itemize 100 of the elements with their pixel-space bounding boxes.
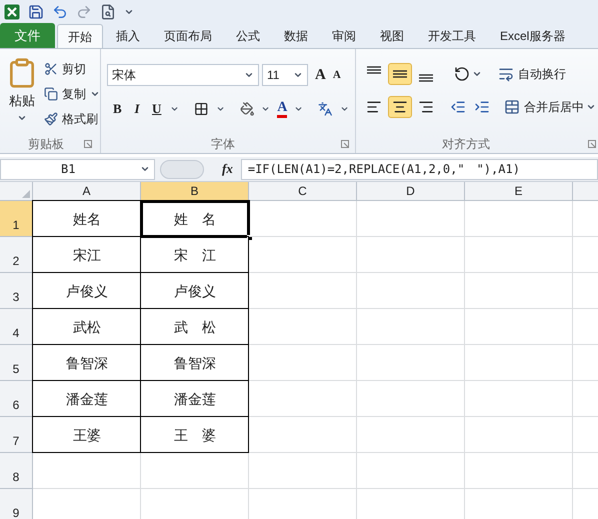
- table-cell[interactable]: 潘金莲: [141, 381, 249, 417]
- table-cell[interactable]: [465, 417, 573, 453]
- toggle-button[interactable]: [388, 96, 412, 118]
- table-cell[interactable]: [465, 273, 573, 309]
- table-cell[interactable]: 卢俊义: [33, 273, 141, 309]
- toggle-button[interactable]: [388, 63, 412, 85]
- caret-icon[interactable]: [586, 102, 596, 112]
- table-cell[interactable]: 鲁智深: [33, 345, 141, 381]
- ribbon-tab[interactable]: 插入: [105, 24, 151, 48]
- save-icon[interactable]: [28, 4, 44, 20]
- ribbon-tab[interactable]: 视图: [369, 24, 415, 48]
- table-cell[interactable]: [249, 453, 357, 489]
- table-cell[interactable]: [357, 381, 465, 417]
- print-preview-icon[interactable]: [100, 4, 116, 20]
- row-header[interactable]: 8: [0, 453, 33, 489]
- table-cell[interactable]: [465, 345, 573, 381]
- table-cell[interactable]: 宋 江: [141, 237, 249, 273]
- spreadsheet-logo-icon[interactable]: [4, 4, 20, 20]
- table-cell[interactable]: [33, 453, 141, 489]
- file-tab[interactable]: 文件: [0, 23, 55, 48]
- table-cell[interactable]: 王 婆: [141, 417, 249, 453]
- table-cell[interactable]: [249, 381, 357, 417]
- column-header[interactable]: D: [357, 182, 465, 200]
- caret-icon[interactable]: [140, 164, 150, 174]
- merge-center-button[interactable]: 合并后居中: [504, 98, 584, 116]
- orientation-icon[interactable]: [454, 66, 470, 82]
- ribbon-tab[interactable]: 审阅: [321, 24, 367, 48]
- table-cell[interactable]: [141, 453, 249, 489]
- caret-icon[interactable]: [293, 70, 303, 80]
- ribbon-tab[interactable]: 开发工具: [417, 24, 487, 48]
- font-color-button[interactable]: A: [277, 100, 288, 118]
- table-cell[interactable]: 王婆: [33, 417, 141, 453]
- table-cell[interactable]: [249, 237, 357, 273]
- table-cell[interactable]: [357, 417, 465, 453]
- launcher-icon[interactable]: [341, 140, 349, 148]
- table-cell[interactable]: [249, 201, 357, 237]
- table-cell[interactable]: [465, 201, 573, 237]
- ribbon-tab[interactable]: 数据: [273, 24, 319, 48]
- row-header[interactable]: 6: [0, 381, 33, 417]
- formula-divider-handle[interactable]: [160, 160, 204, 178]
- clipboard-button[interactable]: 复制: [44, 84, 100, 103]
- column-header[interactable]: C: [249, 182, 357, 200]
- table-cell[interactable]: [357, 453, 465, 489]
- table-cell[interactable]: [465, 237, 573, 273]
- table-cell[interactable]: [249, 345, 357, 381]
- table-cell[interactable]: [465, 453, 573, 489]
- table-cell[interactable]: [357, 237, 465, 273]
- launcher-icon[interactable]: [84, 140, 92, 148]
- ribbon-tab[interactable]: 开始: [57, 24, 103, 48]
- table-cell[interactable]: [357, 345, 465, 381]
- table-cell[interactable]: 卢俊义: [141, 273, 249, 309]
- column-header[interactable]: E: [465, 182, 573, 200]
- undo-icon[interactable]: [52, 4, 68, 20]
- table-cell[interactable]: [249, 273, 357, 309]
- row-header[interactable]: 3: [0, 273, 33, 309]
- row-header[interactable]: 1: [0, 201, 33, 237]
- table-cell[interactable]: [357, 273, 465, 309]
- bold-button[interactable]: B: [111, 99, 124, 119]
- table-cell[interactable]: [357, 201, 465, 237]
- font-name-field[interactable]: 宋体: [107, 64, 259, 86]
- row-header[interactable]: 4: [0, 309, 33, 345]
- table-cell[interactable]: [249, 417, 357, 453]
- fill-color-icon[interactable]: [240, 101, 254, 117]
- underline-button[interactable]: U: [150, 99, 164, 119]
- table-cell[interactable]: [465, 381, 573, 417]
- row-header[interactable]: 5: [0, 345, 33, 381]
- table-cell[interactable]: 潘金莲: [33, 381, 141, 417]
- table-cell[interactable]: 鲁智深: [141, 345, 249, 381]
- name-box[interactable]: B1: [0, 158, 155, 180]
- clipboard-button[interactable]: 剪切: [44, 59, 100, 78]
- table-cell[interactable]: [249, 309, 357, 345]
- caret-icon[interactable]: [244, 70, 254, 80]
- table-cell[interactable]: 武 松: [141, 309, 249, 345]
- ribbon-tab[interactable]: Excel服务器: [489, 24, 576, 48]
- ribbon-tab[interactable]: 公式: [225, 24, 271, 48]
- table-cell[interactable]: 姓名: [33, 201, 141, 237]
- column-header[interactable]: B: [141, 182, 249, 200]
- table-cell[interactable]: [357, 309, 465, 345]
- table-cell[interactable]: [465, 309, 573, 345]
- row-header[interactable]: 2: [0, 237, 33, 273]
- formula-field[interactable]: =IF(LEN(A1)=2,REPLACE(A1,2,0," "),A1): [240, 158, 598, 180]
- row-header[interactable]: 9: [0, 489, 33, 519]
- insert-function-button[interactable]: fx: [222, 159, 233, 179]
- paste-button[interactable]: 粘贴: [0, 53, 44, 135]
- decrease-indent-icon[interactable]: [450, 99, 466, 115]
- table-cell[interactable]: 姓 名: [141, 201, 249, 237]
- caret-icon[interactable]: [472, 69, 482, 79]
- increase-indent-icon[interactable]: [474, 99, 490, 115]
- wrap-text-button[interactable]: 自动换行: [498, 65, 566, 83]
- borders-icon[interactable]: [194, 101, 209, 117]
- phonetic-guide-icon[interactable]: [318, 101, 333, 117]
- table-cell[interactable]: 宋江: [33, 237, 141, 273]
- redo-icon[interactable]: [76, 4, 92, 20]
- font-size-field[interactable]: 11: [262, 64, 308, 86]
- ribbon-tab[interactable]: 页面布局: [153, 24, 223, 48]
- launcher-icon[interactable]: [588, 140, 596, 148]
- row-header[interactable]: 7: [0, 417, 33, 453]
- table-cell[interactable]: 武松: [33, 309, 141, 345]
- grow-font-button[interactable]: A: [315, 64, 326, 86]
- clipboard-button[interactable]: 格式刷: [44, 109, 100, 128]
